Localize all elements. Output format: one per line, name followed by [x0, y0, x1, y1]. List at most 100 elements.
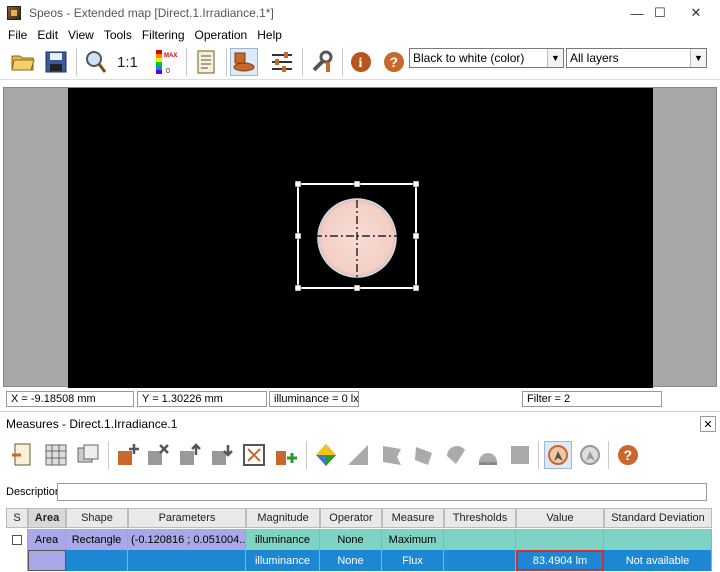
- fan-shape-icon[interactable]: [442, 441, 470, 469]
- measures-help-icon[interactable]: ?: [614, 441, 642, 469]
- row-checkbox-cell: [6, 550, 28, 571]
- table-cell-measure[interactable]: Flux: [382, 550, 444, 571]
- col-header-thresholds[interactable]: Thresholds: [444, 508, 516, 528]
- svg-text:i: i: [359, 56, 363, 71]
- status-filter: Filter = 2: [522, 391, 662, 407]
- add-measure-icon[interactable]: [114, 441, 142, 469]
- menu-help[interactable]: Help: [252, 28, 287, 42]
- copy-measure-icon[interactable]: [74, 441, 102, 469]
- description-label: Description:: [6, 486, 65, 498]
- layer-view-icon[interactable]: [230, 48, 258, 76]
- col-header-area[interactable]: Area: [28, 508, 66, 528]
- ramp-shape-icon[interactable]: [344, 441, 372, 469]
- move-down-measure-icon[interactable]: [208, 441, 236, 469]
- col-header-value[interactable]: Value: [516, 508, 604, 528]
- map-viewport[interactable]: [3, 87, 717, 388]
- menu-bar: File Edit View Tools Filtering Operation…: [0, 26, 720, 44]
- col-header-magnitude[interactable]: Magnitude: [246, 508, 320, 528]
- maximize-button[interactable]: ☐: [640, 0, 680, 26]
- settings-sliders-icon[interactable]: [268, 48, 296, 76]
- irradiance-map[interactable]: [68, 88, 653, 388]
- status-illuminance: illuminance = 0 lx: [269, 391, 359, 407]
- svg-text:1:1: 1:1: [117, 54, 138, 71]
- status-bar: X = -9.18508 mm Y = 1.30226 mm illuminan…: [6, 391, 686, 407]
- table-cell-operator[interactable]: None: [320, 529, 382, 550]
- color-mode-select[interactable]: Black to white (color) ▼: [409, 48, 564, 68]
- table-cell-parameters[interactable]: [128, 550, 246, 571]
- table-cell-measure[interactable]: Maximum: [382, 529, 444, 550]
- table-cell-value-flux[interactable]: 83.4904 lm: [516, 550, 604, 571]
- move-up-measure-icon[interactable]: [176, 441, 204, 469]
- svg-text:0: 0: [166, 68, 170, 75]
- col-header-measure[interactable]: Measure: [382, 508, 444, 528]
- table-cell-value[interactable]: [516, 529, 604, 550]
- measures-title: Measures - Direct.1.Irradiance.1: [6, 417, 178, 431]
- fit-measure-icon[interactable]: [240, 441, 268, 469]
- svg-text:?: ?: [390, 54, 399, 70]
- table-cell-magnitude[interactable]: illuminance: [246, 550, 320, 571]
- col-header-operator[interactable]: Operator: [320, 508, 382, 528]
- color-mode-value: Black to white (color): [413, 51, 525, 65]
- col-header-shape[interactable]: Shape: [66, 508, 128, 528]
- menu-filtering[interactable]: Filtering: [137, 28, 190, 42]
- delete-measure-icon[interactable]: [144, 441, 172, 469]
- measures-toolbar: ?: [0, 437, 720, 473]
- row-checkbox[interactable]: [11, 534, 22, 545]
- square-shape-icon[interactable]: [506, 441, 534, 469]
- add-green-measure-icon[interactable]: [272, 441, 300, 469]
- table-cell-shape[interactable]: Rectangle: [66, 529, 128, 550]
- help-question-icon[interactable]: ?: [380, 48, 408, 76]
- table-cell-thresholds[interactable]: [444, 529, 516, 550]
- status-y-coordinate: Y = 1.30226 mm: [137, 391, 267, 407]
- table-cell-area[interactable]: Area: [28, 529, 66, 550]
- measures-close-button[interactable]: ✕: [700, 416, 716, 432]
- grid-measure-icon[interactable]: [42, 441, 70, 469]
- description-input[interactable]: [57, 483, 707, 501]
- quad-shape-icon[interactable]: [410, 441, 438, 469]
- col-header-std-dev[interactable]: Standard Deviation: [604, 508, 712, 528]
- measures-panel-header: Measures - Direct.1.Irradiance.1 ✕: [0, 411, 720, 435]
- info-icon[interactable]: i: [347, 48, 375, 76]
- window-title: Speos - Extended map [Direct.1.Irradianc…: [29, 6, 274, 20]
- chevron-down-icon[interactable]: ▼: [690, 49, 706, 67]
- menu-view[interactable]: View: [63, 28, 99, 42]
- table-cell-std-dev[interactable]: Not available: [604, 550, 712, 571]
- menu-edit[interactable]: Edit: [32, 28, 63, 42]
- measure-gray-icon[interactable]: [576, 441, 604, 469]
- table-cell-magnitude[interactable]: illuminance: [246, 529, 320, 550]
- report-document-icon[interactable]: [192, 48, 220, 76]
- chevron-down-icon[interactable]: ▼: [547, 49, 563, 67]
- row-checkbox-cell[interactable]: [6, 529, 28, 550]
- close-button[interactable]: ✕: [676, 0, 716, 26]
- menu-tools[interactable]: Tools: [99, 28, 137, 42]
- menu-file[interactable]: File: [3, 28, 32, 42]
- title-bar: Speos - Extended map [Direct.1.Irradianc…: [0, 0, 720, 26]
- table-cell-operator[interactable]: None: [320, 550, 382, 571]
- table-cell-std-dev[interactable]: [604, 529, 712, 550]
- zoom-magnifier-icon[interactable]: [82, 48, 110, 76]
- map-canvas: [294, 180, 420, 292]
- speos-app-icon: [7, 6, 21, 20]
- diamond-color-icon[interactable]: [312, 441, 340, 469]
- table-cell-area[interactable]: [28, 550, 66, 571]
- main-toolbar: 1:1 MAX 0 i ? Black to white (color) ▼ A…: [0, 44, 720, 80]
- color-scale-max-icon[interactable]: MAX 0: [152, 48, 180, 76]
- dome-shape-icon[interactable]: [474, 441, 502, 469]
- layers-value: All layers: [570, 51, 619, 65]
- wrench-tools-icon[interactable]: [308, 48, 336, 76]
- col-header-s[interactable]: S: [6, 508, 28, 528]
- open-folder-icon[interactable]: [9, 48, 37, 76]
- svg-text:MAX: MAX: [164, 53, 177, 59]
- zoom-1to1-icon[interactable]: 1:1: [114, 48, 142, 76]
- status-x-coordinate: X = -9.18508 mm: [6, 391, 134, 407]
- flag-shape-icon[interactable]: [378, 441, 406, 469]
- layers-select[interactable]: All layers ▼: [566, 48, 707, 68]
- table-cell-parameters[interactable]: (-0.120816 ; 0.051004...: [128, 529, 246, 550]
- measure-cursor-icon[interactable]: [544, 441, 572, 469]
- table-cell-thresholds[interactable]: [444, 550, 516, 571]
- save-icon[interactable]: [42, 48, 70, 76]
- menu-operation[interactable]: Operation: [190, 28, 253, 42]
- table-cell-shape[interactable]: [66, 550, 128, 571]
- col-header-parameters[interactable]: Parameters: [128, 508, 246, 528]
- import-measure-icon[interactable]: [8, 441, 36, 469]
